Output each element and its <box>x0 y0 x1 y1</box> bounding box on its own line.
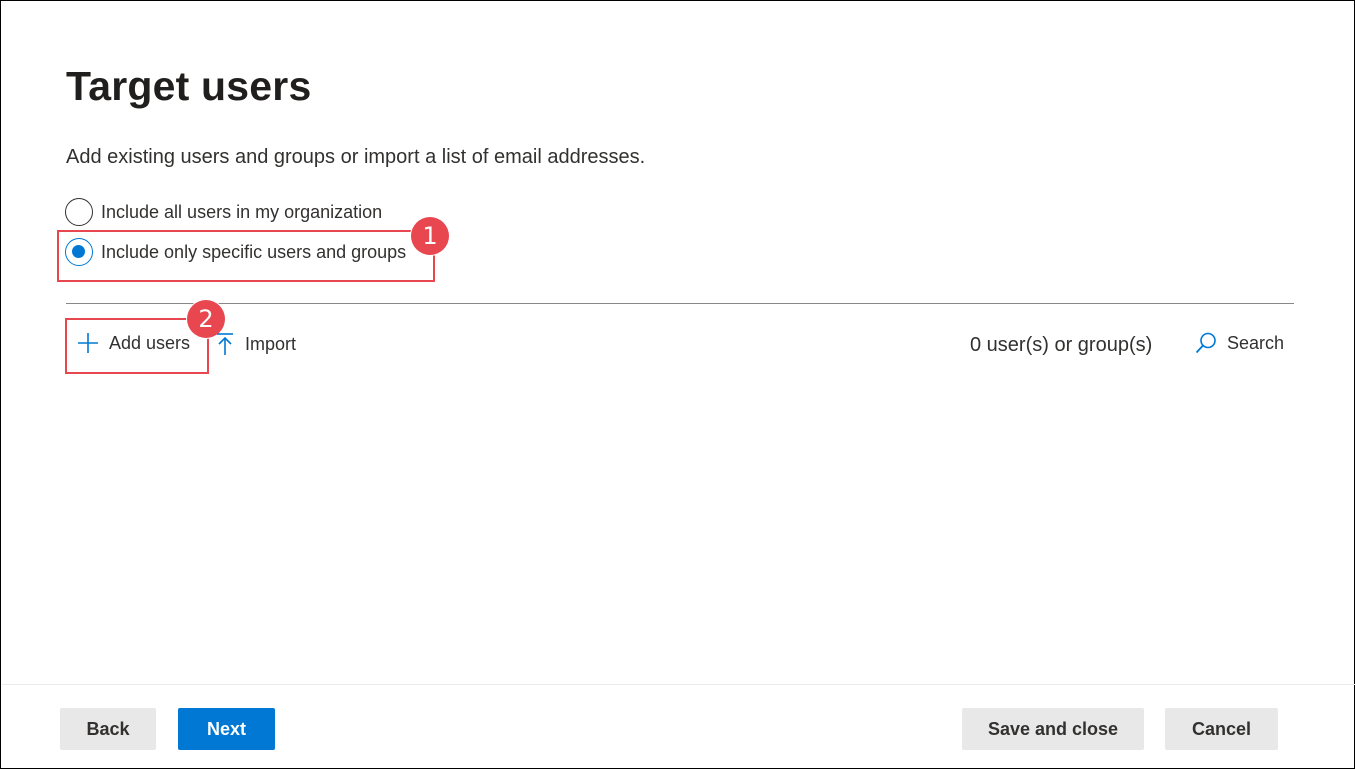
cancel-button[interactable]: Cancel <box>1165 708 1278 750</box>
page-title: Target users <box>66 63 312 109</box>
plus-icon <box>77 332 99 354</box>
page-description: Add existing users and groups or import … <box>66 146 646 168</box>
import-button[interactable]: Import <box>215 332 296 356</box>
radio-button-unchecked[interactable] <box>65 198 93 226</box>
search-label: Search <box>1227 332 1285 353</box>
selection-count: 0 user(s) or group(s) <box>970 334 1153 356</box>
section-divider <box>66 303 1294 304</box>
radio-include-specific-users[interactable]: Include only specific users and groups <box>65 238 406 266</box>
import-label: Import <box>245 333 297 354</box>
radio-button-checked[interactable] <box>65 238 93 266</box>
wizard-panel: Target users Add existing users and grou… <box>0 0 1355 769</box>
add-users-button[interactable]: Add users <box>77 332 190 354</box>
footer-divider <box>2 684 1355 685</box>
save-and-close-button[interactable]: Save and close <box>962 708 1144 750</box>
add-users-label: Add users <box>109 332 191 353</box>
search-icon <box>1195 332 1217 354</box>
next-button[interactable]: Next <box>178 708 275 750</box>
radio-label-specific-users: Include only specific users and groups <box>101 241 407 262</box>
annotation-badge-step1: 1 <box>411 217 449 255</box>
search-button[interactable]: Search <box>1195 332 1284 354</box>
radio-include-all-users[interactable]: Include all users in my organization <box>65 198 382 226</box>
upload-arrow-icon <box>215 332 235 356</box>
radio-label-all-users: Include all users in my organization <box>101 201 383 222</box>
back-button[interactable]: Back <box>60 708 156 750</box>
